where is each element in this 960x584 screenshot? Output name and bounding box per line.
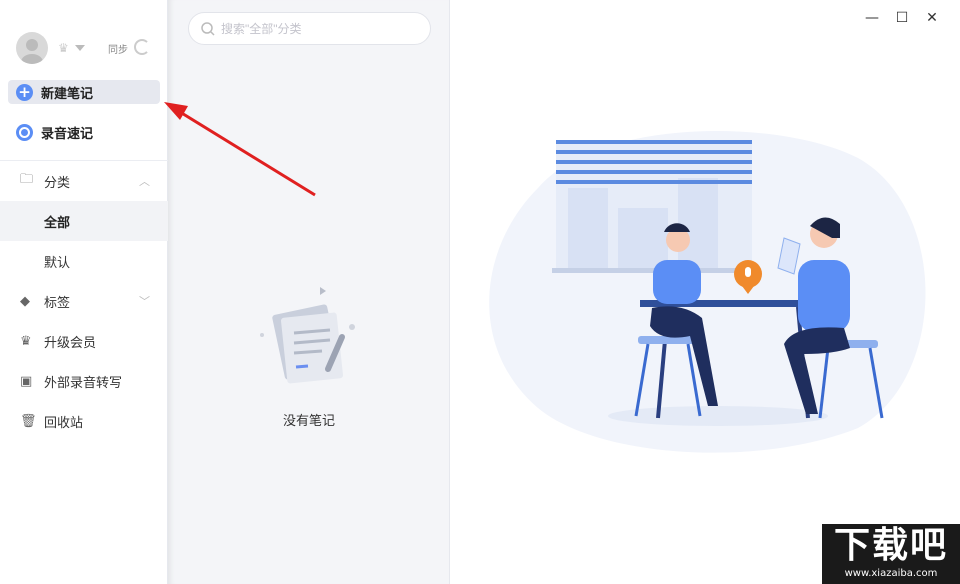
label: 全部 — [44, 215, 71, 231]
folder-icon: 🗀 — [20, 172, 34, 187]
watermark-logo: 下载吧 www.xiazaiba.com — [822, 524, 960, 584]
search-icon — [201, 21, 215, 36]
empty-notes-illustration — [260, 287, 355, 384]
sidebar-item-upgrade[interactable]: ♛ 升级会员 — [0, 321, 168, 361]
recorder-icon: ▣ — [20, 373, 33, 389]
empty-notes-text: 没有笔记 — [282, 414, 335, 429]
new-note-button[interactable]: + 新建笔记 — [8, 80, 160, 104]
label: 标签 — [44, 295, 71, 311]
sidebar-item-default[interactable]: 默认 — [0, 241, 168, 281]
search-box[interactable] — [188, 12, 431, 45]
chevron-down-icon[interactable]: ﹀ — [139, 293, 150, 309]
sidebar: ♛ 同步 + 新建笔记 录音速记 🗀 分类 ︿ 全部 默认 ◆ 标签 ﹀ ♛ 升级会员 ▣… — [0, 0, 168, 584]
vip-crown-icon: ♛ — [58, 41, 69, 55]
chevron-down-icon[interactable] — [74, 45, 85, 51]
sync-label[interactable]: 同步 — [108, 41, 128, 56]
new-note-label: 新建笔记 — [41, 86, 94, 102]
label: 升级会员 — [44, 335, 97, 351]
voice-note-button[interactable]: 录音速记 — [8, 120, 160, 144]
maximize-button[interactable]: ☐ — [894, 10, 910, 26]
label: 外部录音转写 — [44, 375, 123, 391]
sync-icon[interactable] — [134, 39, 150, 55]
label: 分类 — [44, 175, 71, 191]
watermark-url: www.xiazaiba.com — [844, 568, 938, 579]
chevron-up-icon[interactable]: ︿ — [139, 173, 150, 189]
record-icon — [16, 123, 33, 141]
watermark-title: 下载吧 — [833, 525, 948, 566]
sidebar-item-category[interactable]: 🗀 分类 ︿ — [0, 161, 168, 201]
sidebar-item-tags[interactable]: ◆ 标签 ﹀ — [0, 281, 168, 321]
crown-icon: ♛ — [20, 333, 32, 349]
avatar[interactable] — [16, 32, 48, 64]
label: 默认 — [44, 255, 71, 271]
sidebar-item-all[interactable]: 全部 — [0, 201, 168, 241]
label: 回收站 — [44, 415, 84, 431]
sidebar-item-trash[interactable]: 🗑 回收站 — [0, 401, 168, 441]
window-controls: — ☐ ✕ — [864, 10, 940, 26]
minimize-button[interactable]: — — [864, 10, 880, 26]
close-button[interactable]: ✕ — [924, 10, 940, 26]
note-list-panel: 没有笔记 — [168, 0, 450, 584]
search-input[interactable] — [221, 21, 411, 36]
user-menu[interactable]: ♛ — [16, 32, 85, 64]
editor-panel: — ☐ ✕ 下载吧 www.xiazaiba.com — [450, 0, 960, 584]
meeting-illustration — [489, 130, 926, 453]
sidebar-item-transcribe[interactable]: ▣ 外部录音转写 — [0, 361, 168, 401]
plus-icon: + — [16, 83, 33, 101]
tag-icon: ◆ — [20, 293, 30, 309]
voice-note-label: 录音速记 — [41, 126, 94, 142]
trash-icon: 🗑 — [20, 413, 37, 429]
